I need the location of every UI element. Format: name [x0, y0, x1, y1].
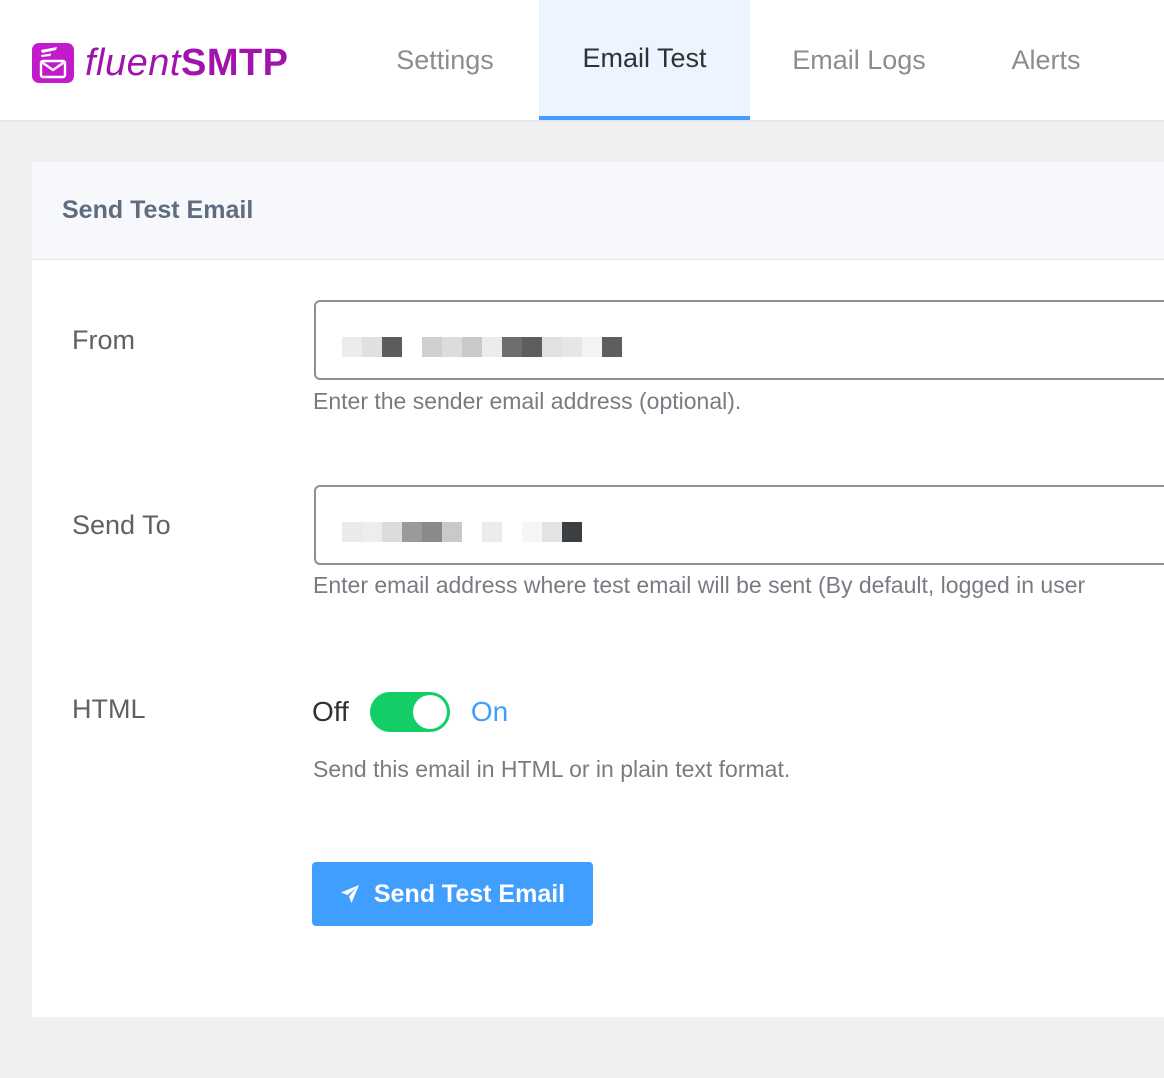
from-email-field[interactable] [314, 300, 1164, 380]
brand-word-smtp: SMTP [180, 42, 289, 84]
brand-name: fluentSMTP [85, 41, 289, 85]
fluentsmtp-logo[interactable]: fluentSMTP [31, 38, 289, 88]
html-on-label[interactable]: On [471, 696, 508, 728]
tab-alerts[interactable]: Alerts [980, 0, 1112, 120]
send-test-email-card: Send Test Email From Enter the sender em… [32, 162, 1164, 1017]
tab-email-logs[interactable]: Email Logs [760, 0, 958, 120]
send-to-help-text: Enter email address where test email wil… [313, 572, 1086, 598]
tab-settings[interactable]: Settings [356, 0, 534, 120]
send-test-email-button[interactable]: Send Test Email [312, 862, 593, 926]
redacted-from-value [342, 337, 622, 357]
send-to-label: Send To [72, 510, 171, 540]
html-off-label[interactable]: Off [312, 696, 349, 728]
send-to-email-field[interactable] [314, 485, 1164, 565]
brand-word-fluent: fluent [85, 42, 181, 84]
html-help-text: Send this email in HTML or in plain text… [313, 756, 791, 782]
send-test-email-label: Send Test Email [373, 879, 566, 908]
card-title: Send Test Email [62, 196, 254, 224]
html-label: HTML [72, 694, 146, 724]
html-toggle-switch[interactable] [369, 692, 450, 732]
envelope-logo-icon [31, 41, 75, 85]
from-label: From [72, 325, 135, 355]
paper-plane-icon [340, 885, 359, 903]
html-switch-row: Off On [312, 692, 508, 732]
card-header: Send Test Email [32, 162, 1164, 260]
redacted-send-to-value [342, 522, 582, 542]
top-navigation: fluentSMTP Settings Email Test Email Log… [0, 0, 1164, 122]
tab-email-test[interactable]: Email Test [539, 0, 750, 120]
toggle-knob [412, 695, 447, 729]
from-help-text: Enter the sender email address (optional… [313, 388, 742, 414]
